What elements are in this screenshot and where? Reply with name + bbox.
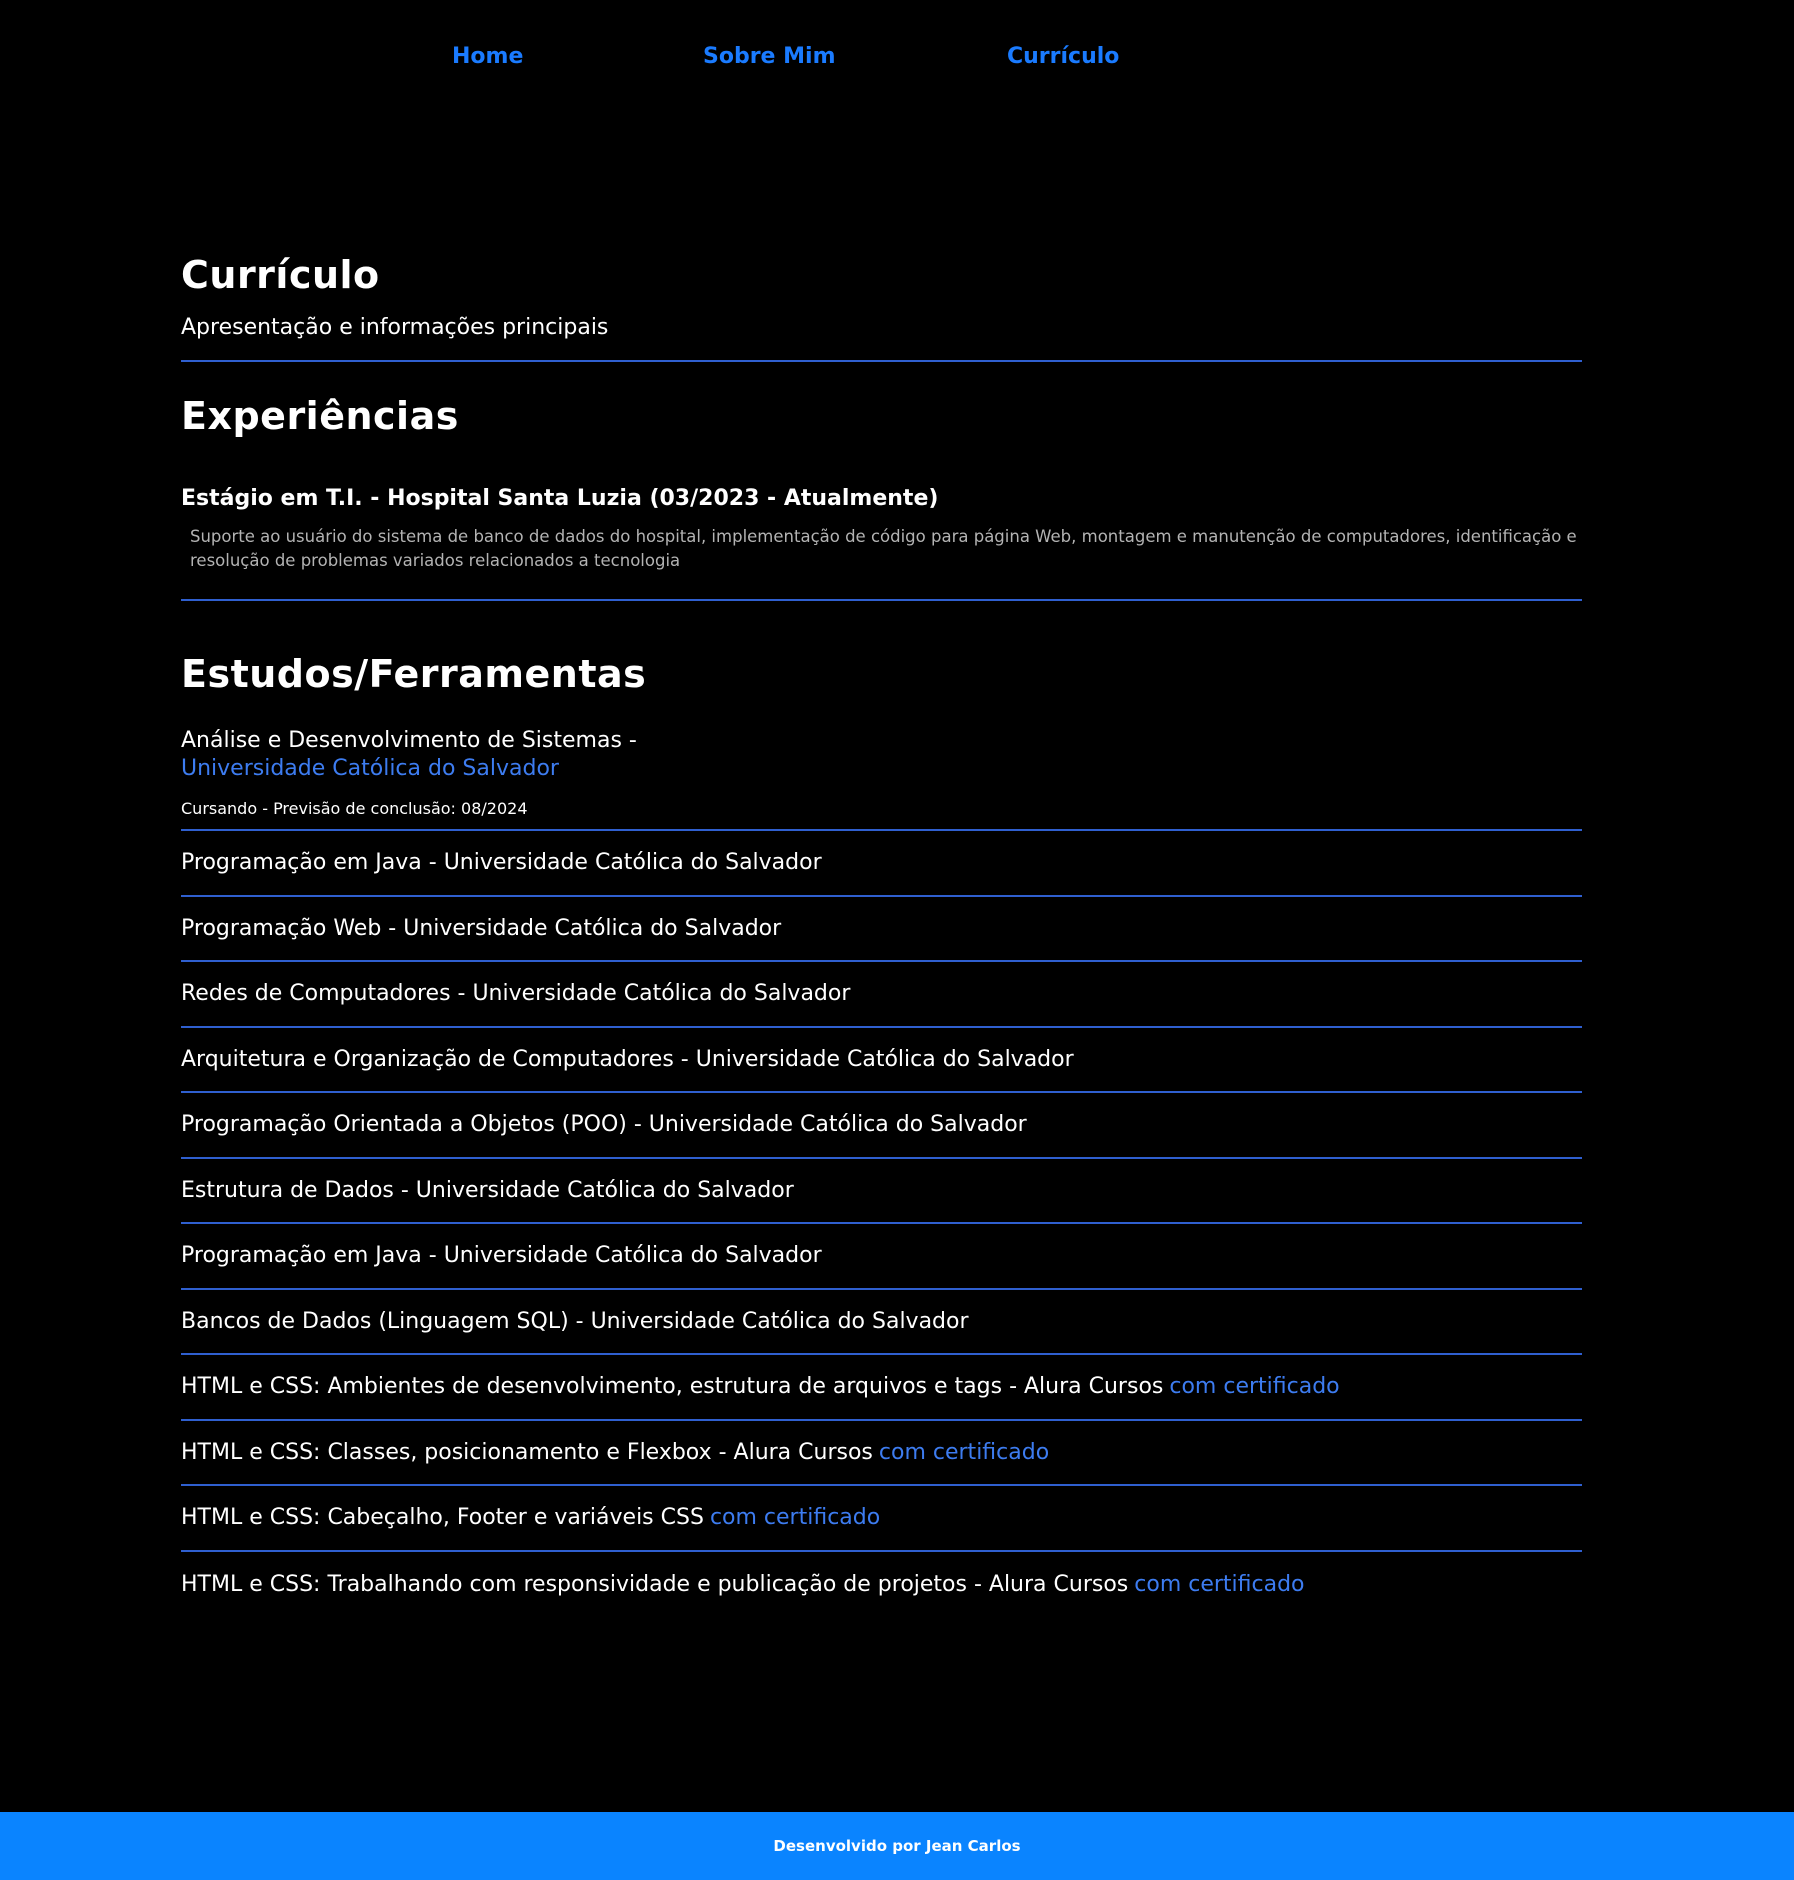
study-item: Programação em Java - Universidade Catól… [181, 831, 1582, 897]
study-item: Programação Orientada a Objetos (POO) - … [181, 1093, 1582, 1159]
footer-credit: Desenvolvido por Jean Carlos [773, 1837, 1021, 1855]
certificate-link[interactable]: com certificado [1169, 1374, 1339, 1399]
study-item: Bancos de Dados (Linguagem SQL) - Univer… [181, 1290, 1582, 1355]
study-item-text: Redes de Computadores - Universidade Cat… [181, 981, 851, 1007]
certificate-link[interactable]: com certificado [1134, 1572, 1304, 1597]
page-subtitle: Apresentação e informações principais [181, 315, 609, 340]
experiences-title: Experiências [181, 394, 459, 438]
study-item: HTML e CSS: Trabalhando com responsivida… [181, 1552, 1582, 1618]
page-title: Currículo [181, 253, 380, 297]
study-item: Estrutura de Dados - Universidade Católi… [181, 1159, 1582, 1224]
divider [181, 360, 1582, 362]
study-item-text: HTML e CSS: Trabalhando com responsivida… [181, 1571, 1129, 1597]
certificate-link[interactable]: com certificado [879, 1440, 1049, 1465]
experiences-section: Experiências Estágio em T.I. - Hospital … [181, 389, 1611, 601]
study-item-text: Programação em Java - Universidade Catól… [181, 850, 822, 876]
experience-item: Estágio em T.I. - Hospital Santa Luzia (… [181, 483, 1611, 573]
study-item: Programação em Java - Universidade Catól… [181, 1224, 1582, 1290]
studies-title: Estudos/Ferramentas [181, 652, 647, 696]
study-item: Programação Web - Universidade Católica … [181, 897, 1582, 962]
study-item: HTML e CSS: Cabeçalho, Footer e variávei… [181, 1486, 1582, 1552]
study-item: Redes de Computadores - Universidade Cat… [181, 962, 1582, 1028]
study-item-text: Estrutura de Dados - Universidade Católi… [181, 1177, 794, 1203]
study-item-text: HTML e CSS: Cabeçalho, Footer e variávei… [181, 1505, 704, 1531]
study-item-text: HTML e CSS: Classes, posicionamento e Fl… [181, 1439, 873, 1465]
experience-description: Suporte ao usuário do sistema de banco d… [190, 527, 1577, 570]
nav-link-sobre-mim[interactable]: Sobre Mim [703, 44, 836, 69]
study-main-item: Análise e Desenvolvimento de Sistemas - … [181, 727, 1611, 819]
top-nav: Home Sobre Mim Currículo [0, 0, 1794, 120]
footer: Desenvolvido por Jean Carlos [0, 1812, 1794, 1880]
study-item-text: Programação Orientada a Objetos (POO) - … [181, 1112, 1027, 1138]
study-item-text: Arquitetura e Organização de Computadore… [181, 1046, 1074, 1072]
study-list: Programação em Java - Universidade Catól… [181, 831, 1582, 1617]
certificate-link[interactable]: com certificado [710, 1505, 880, 1530]
studies-section: Estudos/Ferramentas Análise e Desenvolvi… [181, 647, 1611, 1617]
study-item: HTML e CSS: Ambientes de desenvolvimento… [181, 1355, 1582, 1421]
main-content: Currículo Apresentação e informações pri… [181, 248, 1611, 1617]
study-main-status: Cursando - Previsão de conclusão: 08/202… [181, 799, 528, 818]
study-item-text: Bancos de Dados (Linguagem SQL) - Univer… [181, 1308, 969, 1334]
study-item-text: Programação em Java - Universidade Catól… [181, 1243, 822, 1269]
study-item-text: HTML e CSS: Ambientes de desenvolvimento… [181, 1374, 1164, 1400]
study-item: HTML e CSS: Classes, posicionamento e Fl… [181, 1421, 1582, 1486]
university-link[interactable]: Universidade Católica do Salvador [181, 755, 1611, 783]
study-item: Arquitetura e Organização de Computadore… [181, 1028, 1582, 1093]
study-item-text: Programação Web - Universidade Católica … [181, 915, 782, 941]
divider [181, 599, 1582, 601]
nav-link-home[interactable]: Home [452, 44, 523, 69]
experience-title: Estágio em T.I. - Hospital Santa Luzia (… [181, 486, 939, 511]
study-main-title: Análise e Desenvolvimento de Sistemas - [181, 728, 637, 753]
nav-link-curriculo[interactable]: Currículo [1007, 44, 1119, 69]
